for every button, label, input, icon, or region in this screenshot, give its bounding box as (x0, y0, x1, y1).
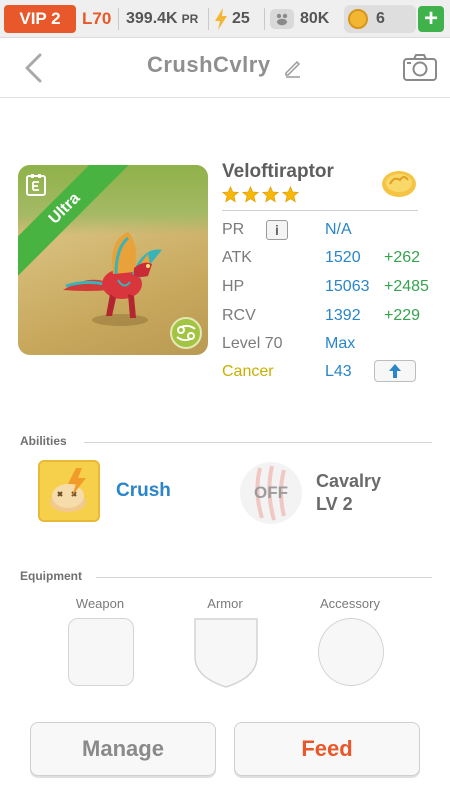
accessory-slot[interactable] (318, 618, 384, 686)
star-icon (222, 186, 239, 203)
ability-cavalry: Cavalry LV 2 (316, 470, 381, 516)
player-power: 399.4K PR (126, 5, 198, 33)
dragon-species-name: Veloftiraptor (222, 161, 334, 182)
power-value: 399.4K (126, 10, 178, 27)
player-level: L70 (82, 9, 112, 28)
ability-crush-name: Crush (116, 480, 171, 501)
equipment-heading: Equipment (20, 569, 82, 583)
title-bar: CrushCvlry (0, 38, 450, 98)
title-group: CrushCvlry (0, 52, 450, 78)
star-rating (222, 186, 299, 203)
divider (96, 577, 432, 578)
gold-counter: 6 (344, 5, 416, 33)
pencil-edit-icon[interactable] (283, 58, 303, 78)
zodiac-level: L43 (325, 363, 352, 380)
lightning-icon (215, 8, 227, 30)
stat-label-rcv: RCV (222, 307, 256, 324)
power-unit: PR (181, 12, 199, 26)
level-value: Max (325, 335, 356, 352)
stat-label-pr: PR (222, 221, 245, 238)
energy-counter: 25 (214, 5, 250, 33)
vip-badge[interactable]: VIP 2 (4, 5, 76, 33)
ability-status: OFF (254, 483, 288, 502)
dragon-nickname: CrushCvlry (146, 52, 271, 77)
resource-bar: VIP 2 L70 399.4K PR 25 80K 6 + (0, 0, 450, 38)
feed-button[interactable]: Feed (234, 722, 420, 776)
food-value: 80K (300, 10, 330, 27)
ability-cavalry-level: LV 2 (316, 494, 353, 514)
cavalry-ability-icon[interactable]: OFF (240, 462, 302, 524)
divider (208, 8, 209, 30)
divider (222, 210, 418, 211)
energy-value: 25 (232, 10, 250, 27)
food-icon (270, 9, 294, 29)
stat-value-pr: N/A (325, 221, 352, 238)
star-icon (282, 186, 299, 203)
ability-cavalry-name: Cavalry (316, 471, 382, 491)
dragon-portrait[interactable]: Ultra (18, 165, 208, 355)
food-counter: 80K (270, 5, 329, 33)
upgrade-button[interactable] (374, 360, 416, 382)
stat-value-atk: 1520 (325, 249, 361, 266)
stat-bonus-atk: +262 (384, 249, 421, 266)
info-icon[interactable]: i (266, 220, 288, 240)
stat-value-hp: 15063 (325, 278, 370, 295)
cancer-zodiac-icon (170, 317, 202, 349)
stat-bonus-hp: +2485 (384, 278, 429, 295)
armor-label: Armor (207, 596, 243, 611)
divider (264, 8, 265, 30)
manage-button[interactable]: Manage (30, 722, 216, 776)
divider (118, 8, 119, 30)
abilities-heading: Abilities (20, 434, 67, 448)
card-icon (26, 174, 46, 196)
stat-label-hp: HP (222, 278, 245, 295)
add-gold-button[interactable]: + (418, 6, 444, 32)
arrow-up-icon (389, 364, 401, 378)
dragon-detail-screen: VIP 2 L70 399.4K PR 25 80K 6 + CrushCvlr… (0, 0, 450, 800)
coin-icon (348, 9, 368, 29)
accessory-label: Accessory (320, 596, 380, 611)
zodiac-label: Cancer (222, 363, 274, 380)
stat-value-rcv: 1392 (325, 307, 361, 324)
star-icon (242, 186, 259, 203)
stat-label-atk: ATK (222, 249, 252, 266)
level-label: Level 70 (222, 335, 283, 352)
dragon-image (63, 232, 162, 326)
gold-value: 6 (376, 10, 385, 27)
weapon-label: Weapon (75, 596, 125, 611)
camera-icon[interactable] (402, 52, 438, 82)
star-icon (262, 186, 279, 203)
armor-slot[interactable] (193, 617, 259, 689)
stat-bonus-rcv: +229 (384, 307, 421, 324)
divider (84, 442, 432, 443)
crush-ability-icon[interactable] (38, 460, 100, 522)
weapon-slot[interactable] (68, 618, 134, 686)
cloud-element-icon (382, 171, 416, 197)
